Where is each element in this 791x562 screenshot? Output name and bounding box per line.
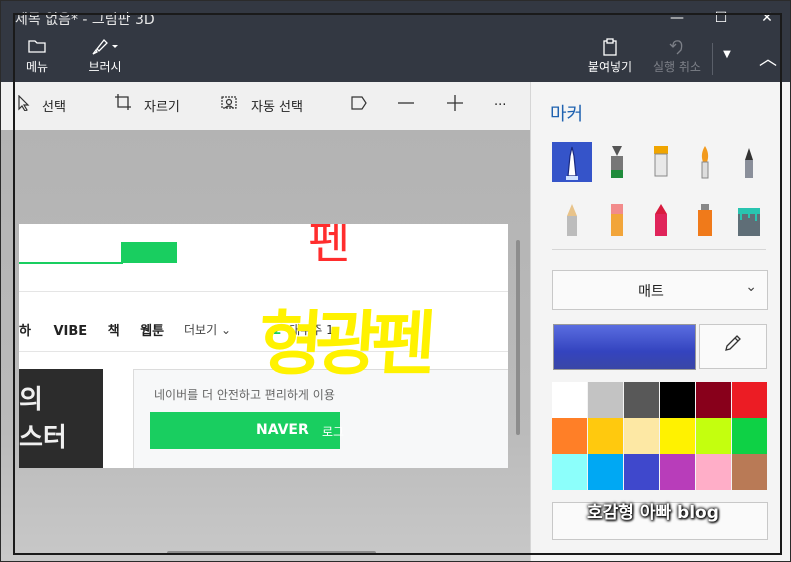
annotation-frame <box>13 13 782 555</box>
paint3d-window: 제목 없음* - 그림판 3D — ☐ ✕ 메뉴 브러시 붙여넣기 실행 취소 … <box>0 0 791 562</box>
